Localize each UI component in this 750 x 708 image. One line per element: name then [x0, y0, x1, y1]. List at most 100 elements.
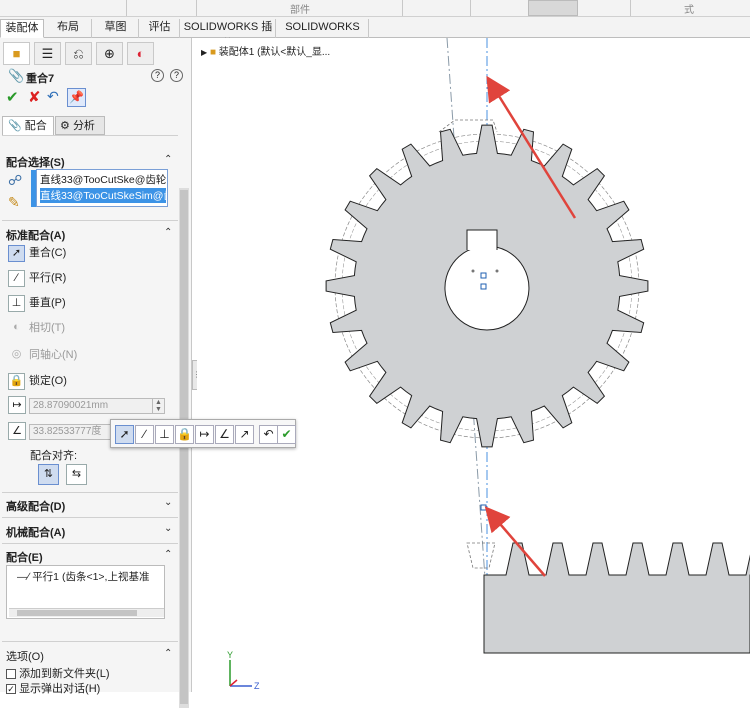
- tab-solidworks-mbd[interactable]: SOLIDWORKS MBD: [277, 19, 369, 50]
- keyway-fill: [467, 230, 497, 250]
- angle-icon[interactable]: ∠: [215, 425, 234, 444]
- mate-parallel-label: 平行(R): [29, 272, 67, 284]
- toolbar-label-style[interactable]: 式: [684, 1, 694, 16]
- option-show-popup[interactable]: ✓ 显示弹出对话(H): [6, 680, 100, 696]
- cancel-x-icon[interactable]: ✘: [28, 88, 41, 106]
- mate-coincident[interactable]: ➚ 重合(C): [8, 243, 66, 263]
- scrollbar-thumb[interactable]: [17, 610, 137, 616]
- help-icon[interactable]: ?: [151, 69, 164, 82]
- multi-mate-icon: ✎: [8, 194, 20, 210]
- option-add-to-folder[interactable]: 添加到新文件夹(L): [6, 665, 110, 681]
- parallel-icon[interactable]: ∕: [135, 425, 154, 444]
- mate-alignment-label: 配合对齐:: [30, 450, 78, 462]
- tab-layout[interactable]: 布局: [45, 19, 92, 38]
- section-mates[interactable]: 配合(E): [6, 549, 43, 565]
- tab-solidworks-addins[interactable]: SOLIDWORKS 插件: [181, 19, 276, 50]
- chevron-up-icon[interactable]: ⌃: [164, 648, 172, 659]
- vertex-dot: [471, 269, 475, 273]
- mate-perpendicular[interactable]: ⊥ 垂直(P): [8, 293, 66, 313]
- mate-parallel[interactable]: ∕ 平行(R): [8, 268, 66, 288]
- section-mechanical-mates[interactable]: 机械配合(A): [6, 524, 65, 540]
- ok-check-icon[interactable]: ✔: [277, 425, 296, 444]
- chevron-down-icon[interactable]: ⌄: [164, 523, 172, 534]
- section-options[interactable]: 选项(O): [6, 648, 44, 664]
- tab-evaluate[interactable]: 评估: [140, 19, 180, 38]
- graphics-viewport[interactable]: ▶ ■ 装配体1 (默认<默认_显... Y Z: [197, 38, 750, 692]
- rack[interactable]: [483, 542, 750, 654]
- undo-icon[interactable]: ↶: [259, 425, 278, 444]
- section-mate-selections[interactable]: 配合选择(S): [6, 154, 65, 170]
- coincident-icon: ➚: [8, 244, 25, 262]
- anti-aligned-icon[interactable]: ⇆: [66, 464, 87, 485]
- chevron-up-icon[interactable]: ⌃: [164, 549, 172, 560]
- section-standard-mates[interactable]: 标准配合(A): [6, 227, 65, 243]
- mate-concentric-label: 同轴心(N): [29, 349, 78, 361]
- distance-spinner[interactable]: ▲ ▼: [152, 399, 164, 413]
- model-graphics[interactable]: Y Z: [197, 38, 750, 692]
- mate-tangent[interactable]: ◐ 相切(T): [8, 318, 65, 338]
- selection-item[interactable]: 直线33@TooCutSke@齿轮-1(: [40, 172, 166, 187]
- lock-icon: 🔒: [8, 372, 25, 390]
- coincident-icon[interactable]: ➚: [115, 425, 134, 444]
- sketch-point[interactable]: [480, 272, 487, 279]
- mate-lock-label: 锁定(O): [29, 375, 67, 387]
- feature-manager-tab-icon[interactable]: ■: [3, 42, 30, 65]
- chevron-down-icon[interactable]: ⌄: [164, 497, 172, 508]
- expand-arrow-icon[interactable]: ▶: [201, 48, 207, 57]
- mate-entities-icon: ☍: [8, 172, 23, 188]
- dimxpert-tab-icon[interactable]: ⊕: [96, 42, 123, 65]
- svg-text:Y: Y: [227, 650, 233, 660]
- divider: [2, 543, 178, 544]
- tangent-icon: ◐: [13, 320, 20, 333]
- mate-selection-list[interactable]: 直线33@TooCutSke@齿轮-1( 直线33@TooCutSkeSim@齿…: [31, 169, 168, 207]
- feature-tree-flyout[interactable]: ▶ ■ 装配体1 (默认<默认_显...: [201, 43, 330, 58]
- configuration-manager-tab-icon[interactable]: ⎌: [65, 42, 92, 65]
- toolbar-separator: [196, 0, 197, 16]
- assembly-name: 装配体1 (默认<默认_显...: [218, 47, 331, 58]
- flip-icon[interactable]: ↗: [235, 425, 254, 444]
- horizontal-scrollbar[interactable]: [9, 608, 164, 617]
- list-item[interactable]: —∕ 平行1 (齿条<1>,上视基准: [17, 569, 163, 584]
- tab-sketch[interactable]: 草图: [93, 19, 139, 38]
- toolbar-label-parts[interactable]: 部件: [290, 1, 310, 16]
- perpendicular-icon[interactable]: ⊥: [155, 425, 174, 444]
- toolbar-field[interactable]: [528, 0, 578, 16]
- property-manager-tab-icon[interactable]: ☰: [34, 42, 61, 65]
- subtab-analysis[interactable]: ⚙ 分析: [55, 116, 105, 135]
- chevron-up-icon[interactable]: ⌃: [164, 227, 172, 238]
- distance-input[interactable]: 28.87090021mm: [29, 398, 165, 414]
- panel-scrollbar[interactable]: [179, 188, 189, 708]
- aligned-icon[interactable]: ⇅: [38, 464, 59, 485]
- section-advanced-mates[interactable]: 高级配合(D): [6, 498, 65, 514]
- ok-check-icon[interactable]: ✔: [6, 88, 19, 106]
- lock-icon[interactable]: 🔒: [175, 425, 194, 444]
- angle-icon[interactable]: ∠: [8, 422, 26, 440]
- parallel-icon: ∕: [8, 269, 25, 287]
- display-manager-tab-icon[interactable]: ◐: [127, 42, 154, 65]
- subtab-mates[interactable]: 📎 配合: [2, 116, 54, 135]
- mate-concentric[interactable]: ◎ 同轴心(N): [8, 345, 78, 365]
- toolbar-separator: [470, 0, 471, 16]
- checkbox[interactable]: [6, 669, 16, 680]
- undo-icon[interactable]: ↶: [47, 88, 59, 105]
- option-label: 添加到新文件夹(L): [19, 668, 110, 680]
- distance-icon[interactable]: ↦: [8, 396, 26, 414]
- distance-icon[interactable]: ↦: [195, 425, 214, 444]
- sketch-point[interactable]: [480, 504, 487, 511]
- list-item-label: 平行1 (齿条<1>,上视基准: [32, 571, 150, 583]
- checkbox-checked[interactable]: ✓: [6, 684, 16, 695]
- chevron-up-icon[interactable]: ⌃: [164, 154, 172, 165]
- sketch-point[interactable]: [480, 283, 487, 290]
- analysis-icon: ⚙: [60, 120, 70, 132]
- selection-item-selected[interactable]: 直线33@TooCutSkeSim@齿条: [40, 188, 166, 203]
- mates-list[interactable]: —∕ 平行1 (齿条<1>,上视基准: [6, 565, 165, 619]
- tab-assembly[interactable]: 装配体: [0, 19, 44, 38]
- gear-bore: [444, 245, 530, 331]
- mate-lock[interactable]: 🔒 锁定(O): [8, 371, 67, 391]
- mate-popup-toolbar: ➚ ∕ ⊥ 🔒 ↦ ∠ ↗ ↶ ✔: [110, 419, 296, 448]
- parallel-mate-icon: —∕: [17, 571, 30, 583]
- pushpin-icon[interactable]: 📌: [67, 88, 86, 107]
- assembly-icon: ■: [209, 47, 216, 58]
- detail-help-icon[interactable]: ?: [170, 69, 183, 82]
- mate-tangent-label: 相切(T): [29, 322, 66, 334]
